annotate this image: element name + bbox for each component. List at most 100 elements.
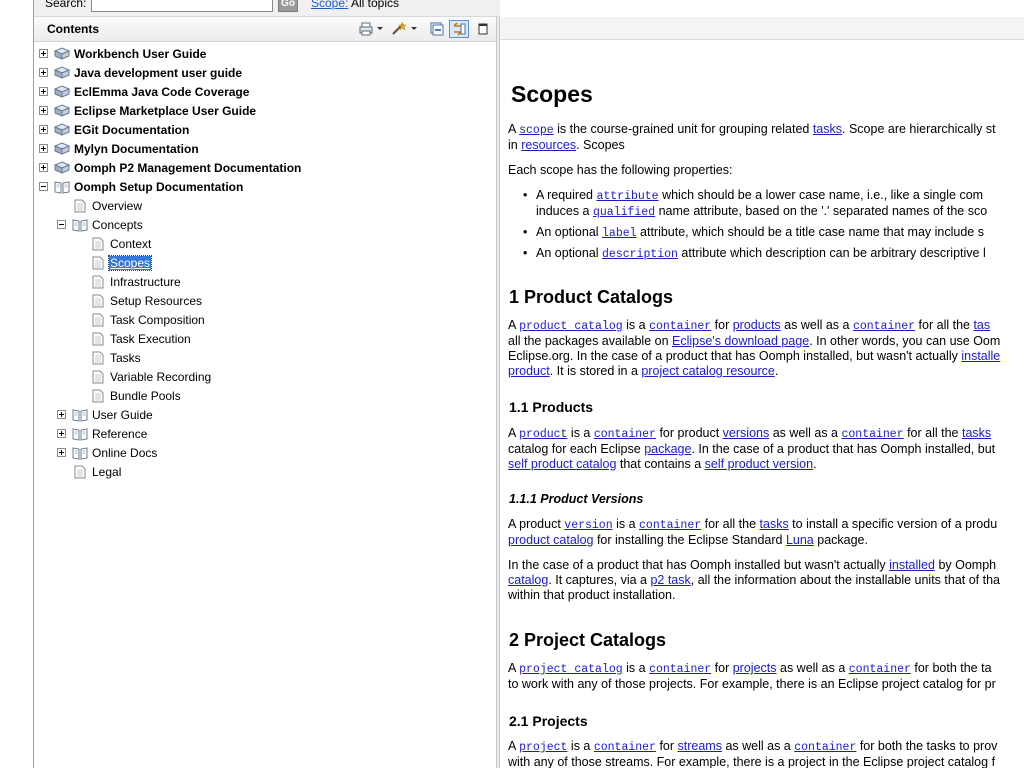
tree-item[interactable]: EclEmma Java Code Coverage [39, 82, 250, 101]
tree-item[interactable]: EGit Documentation [39, 120, 190, 139]
tree-item-label[interactable]: Task Composition [109, 313, 206, 327]
streams-link[interactable]: streams [678, 739, 722, 753]
download-page-link[interactable]: Eclipse's download page [672, 334, 809, 348]
tree-item-label[interactable]: Scopes [107, 254, 153, 271]
projects-link[interactable]: projects [733, 661, 777, 675]
self-product-version-link[interactable]: self product version [705, 457, 813, 471]
collapse-all-button[interactable] [428, 20, 446, 38]
expand-icon[interactable] [39, 125, 48, 134]
tree-item[interactable]: Setup Resources [75, 291, 203, 310]
luna-link[interactable]: Luna [786, 533, 814, 547]
search-input[interactable] [91, 0, 273, 12]
tree-item[interactable]: Online Docs [57, 443, 158, 462]
code-link[interactable]: container [841, 428, 903, 441]
tree-item-label[interactable]: Mylyn Documentation [73, 142, 200, 156]
installed-link[interactable]: installed [889, 558, 935, 572]
tasks-link[interactable]: tasks [813, 122, 842, 136]
tree-item[interactable]: Eclipse Marketplace User Guide [39, 101, 257, 120]
code-link[interactable]: product [519, 428, 567, 441]
code-link[interactable]: container [594, 741, 656, 754]
tree-item[interactable]: Legal [57, 462, 122, 481]
tree-item[interactable]: Oomph P2 Management Documentation [39, 158, 302, 177]
tree-item-label[interactable]: Legal [91, 465, 122, 479]
tree-item-label[interactable]: Bundle Pools [109, 389, 182, 403]
tree-item[interactable]: User Guide [57, 405, 154, 424]
tree-item-label[interactable]: EGit Documentation [73, 123, 190, 137]
tree-item-label[interactable]: EclEmma Java Code Coverage [73, 85, 250, 99]
tree-item[interactable]: Tasks [75, 348, 142, 367]
code-link[interactable]: container [649, 663, 711, 676]
scope-code-link[interactable]: scope [519, 124, 554, 137]
tree-item[interactable]: Task Execution [75, 329, 192, 348]
expand-icon[interactable] [39, 163, 48, 172]
tree-item-label[interactable]: Variable Recording [109, 370, 212, 384]
label-code-link[interactable]: label [602, 227, 637, 240]
tasks-link[interactable]: tas [973, 318, 990, 332]
code-link[interactable]: container [649, 320, 711, 333]
tree-item-label[interactable]: Context [109, 237, 152, 251]
resources-link[interactable]: resources [521, 138, 576, 152]
tree-item-label[interactable]: User Guide [91, 408, 154, 422]
tree-item[interactable]: Mylyn Documentation [39, 139, 200, 158]
products-link[interactable]: products [733, 318, 781, 332]
collapse-icon[interactable] [39, 182, 48, 191]
p2-task-link[interactable]: p2 task [650, 573, 690, 587]
expand-icon[interactable] [39, 68, 48, 77]
tree-item-label[interactable]: Tasks [109, 351, 142, 365]
expand-icon[interactable] [57, 429, 66, 438]
tasks-link[interactable]: tasks [760, 517, 789, 531]
tree-item[interactable]: Overview [57, 196, 143, 215]
tree-item-label[interactable]: Overview [91, 199, 143, 213]
tree-item[interactable]: Concepts [57, 215, 144, 234]
code-link[interactable]: version [564, 519, 612, 532]
tree-item-label[interactable]: Reference [91, 427, 148, 441]
expand-icon[interactable] [39, 106, 48, 115]
qualified-code-link[interactable]: qualified [593, 206, 655, 219]
expand-icon[interactable] [57, 448, 66, 457]
expand-icon[interactable] [57, 410, 66, 419]
installed-link[interactable]: installe [961, 349, 1000, 363]
project-catalog-resource-link[interactable]: project catalog resource [641, 364, 774, 378]
tree-item-label[interactable]: Infrastructure [109, 275, 182, 289]
versions-link[interactable]: versions [723, 426, 770, 440]
tree-item[interactable]: Bundle Pools [75, 386, 182, 405]
scope-link[interactable]: Scope: [311, 0, 348, 10]
tree-item[interactable]: Workbench User Guide [39, 44, 207, 63]
tree-item[interactable]: Context [75, 234, 152, 253]
tree-item[interactable]: Variable Recording [75, 367, 212, 386]
print-button[interactable] [356, 20, 386, 38]
tree-item-label[interactable]: Workbench User Guide [73, 47, 207, 61]
go-button[interactable]: Go [278, 0, 298, 12]
code-link[interactable]: container [853, 320, 915, 333]
tree-item-label[interactable]: Setup Resources [109, 294, 203, 308]
tree-item[interactable]: Oomph Setup Documentation [39, 177, 244, 196]
code-link[interactable]: project [519, 741, 567, 754]
tasks-link[interactable]: tasks [962, 426, 991, 440]
expand-icon[interactable] [39, 49, 48, 58]
code-link[interactable]: container [594, 428, 656, 441]
tree-item[interactable]: Task Composition [75, 310, 206, 329]
tree-item-label[interactable]: Online Docs [91, 446, 158, 460]
code-link[interactable]: container [794, 741, 856, 754]
attribute-code-link[interactable]: attribute [596, 190, 658, 203]
tree-item[interactable]: Java development user guide [39, 63, 243, 82]
self-product-catalog-link[interactable]: self product catalog [508, 457, 616, 471]
tree-item-label[interactable]: Concepts [91, 218, 144, 232]
tree-item[interactable]: Infrastructure [75, 272, 182, 291]
search-topics-button[interactable] [390, 20, 420, 38]
collapse-icon[interactable] [57, 220, 66, 229]
code-link[interactable]: product catalog [519, 320, 623, 333]
code-link[interactable]: project catalog [519, 663, 623, 676]
description-code-link[interactable]: description [602, 248, 678, 261]
tree-item-label[interactable]: Eclipse Marketplace User Guide [73, 104, 257, 118]
tree-item[interactable]: Scopes [75, 253, 153, 272]
link-with-contents-button[interactable] [449, 20, 469, 38]
expand-icon[interactable] [39, 144, 48, 153]
code-link[interactable]: container [849, 663, 911, 676]
tree-item[interactable]: Reference [57, 424, 148, 443]
code-link[interactable]: container [639, 519, 701, 532]
tree-item-label[interactable]: Oomph Setup Documentation [73, 180, 244, 194]
tree-item-label[interactable]: Oomph P2 Management Documentation [73, 161, 302, 175]
package-link[interactable]: package [644, 442, 691, 456]
product-catalog-link[interactable]: product catalog [508, 533, 593, 547]
